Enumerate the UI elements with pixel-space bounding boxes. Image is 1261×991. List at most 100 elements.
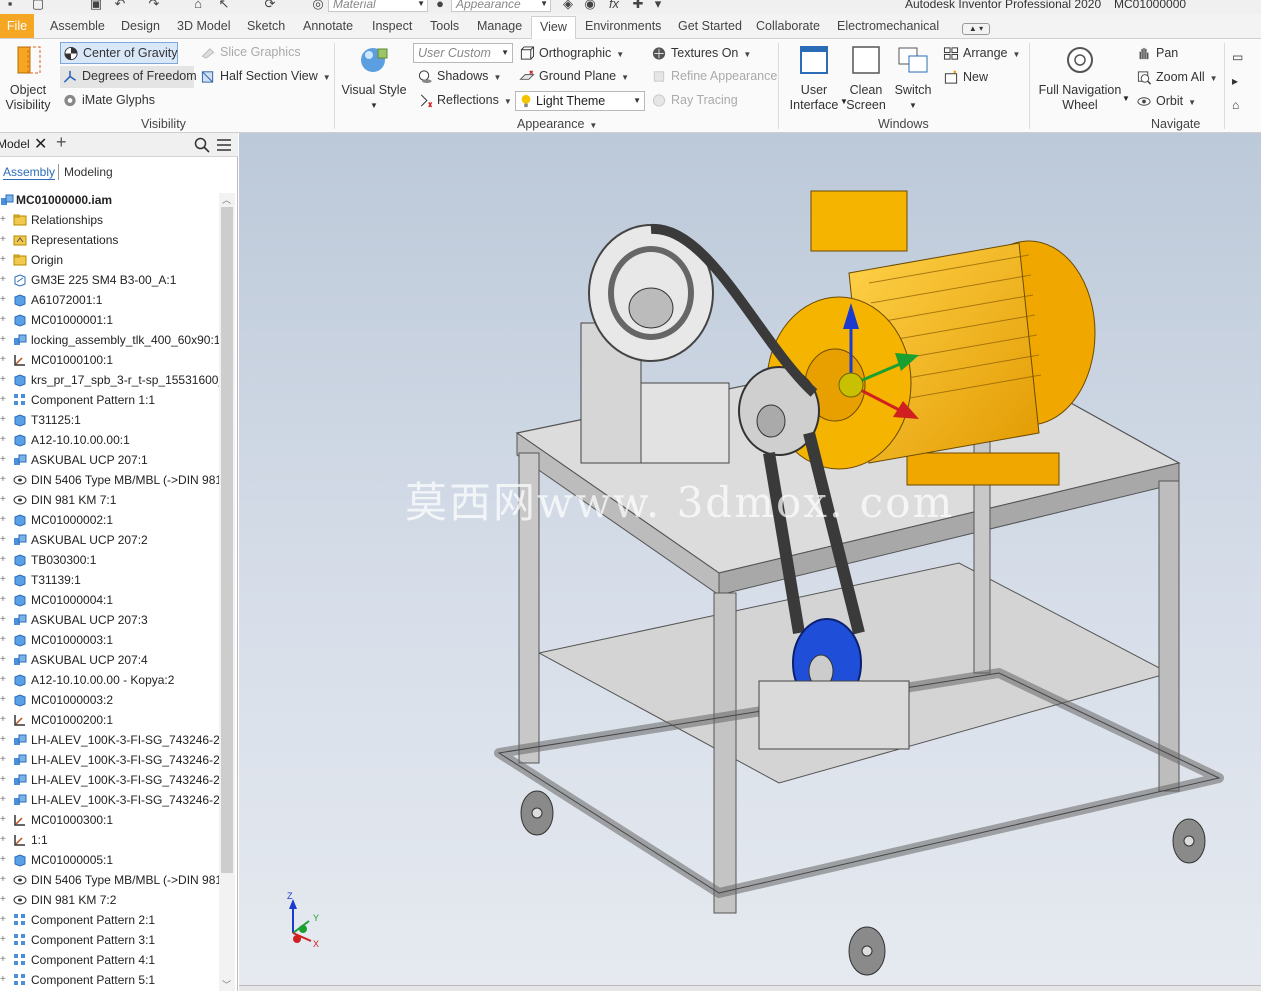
scroll-up-icon[interactable]: ︿ [222, 193, 231, 206]
tree-item[interactable]: + TB030300:1 [0, 550, 220, 570]
tab-assembly[interactable]: Assembly [3, 165, 56, 180]
inventor-pro-logo[interactable]: ▪ [2, 0, 18, 12]
expand-icon[interactable]: + [0, 655, 8, 665]
scrollbar-thumb[interactable] [221, 207, 233, 873]
expand-icon[interactable]: + [0, 475, 8, 485]
center-of-gravity-button[interactable]: Center of Gravity [60, 42, 178, 64]
tree-item[interactable]: + A61072001:1 [0, 290, 220, 310]
clear-appearance-icon[interactable]: ◉ [582, 0, 598, 12]
tab-file[interactable]: File [0, 14, 34, 38]
tab-get-started[interactable]: Get Started [678, 19, 742, 33]
tree-item[interactable]: + MC01000002:1 [0, 510, 220, 530]
expand-icon[interactable]: + [0, 775, 8, 785]
expand-icon[interactable]: + [0, 735, 8, 745]
expand-icon[interactable]: + [0, 975, 8, 985]
tree-item[interactable]: + A12-10.10.00.00 - Kopya:2 [0, 670, 220, 690]
appearance-combo[interactable]: Appearance ▼ [451, 0, 551, 12]
shadows-button[interactable]: Shadows ▼ [415, 66, 501, 88]
save-icon[interactable]: ▣ [88, 0, 104, 12]
expand-icon[interactable]: + [0, 455, 8, 465]
adjust-icon[interactable]: ◈ [560, 0, 576, 12]
expand-icon[interactable]: + [0, 515, 8, 525]
expand-icon[interactable]: + [0, 715, 8, 725]
close-icon[interactable]: ✕ [34, 134, 47, 154]
tree-item[interactable]: + LH-ALEV_100K-3-FI-SG_743246-203:4 [0, 790, 220, 810]
expand-icon[interactable]: + [0, 875, 8, 885]
user-interface-button[interactable]: User Interface [786, 43, 842, 113]
tree-item[interactable]: + DIN 981 KM 7:1 [0, 490, 220, 510]
tree-item[interactable]: + DIN 5406 Type MB/MBL (->DIN 981) MI [0, 470, 220, 490]
tab-manage[interactable]: Manage [477, 19, 522, 33]
tree-item[interactable]: + MC01000001:1 [0, 310, 220, 330]
tree-item[interactable]: + Component Pattern 5:1 [0, 970, 220, 990]
user-custom-combo[interactable]: User Custom ▼ [413, 43, 513, 63]
previous-view-icon[interactable]: ▸ [1232, 69, 1243, 93]
tree-item[interactable]: + MC01000003:2 [0, 690, 220, 710]
tab-modeling[interactable]: Modeling [64, 165, 113, 179]
tree-item[interactable]: + MC01000100:1 [0, 350, 220, 370]
expand-icon[interactable]: + [0, 615, 8, 625]
tree-item[interactable]: + MC01000200:1 [0, 710, 220, 730]
visual-style-button[interactable]: Visual Style ▼ [340, 43, 408, 113]
tab-collaborate[interactable]: Collaborate [756, 19, 820, 33]
light-theme-combo[interactable]: Light Theme ▼ [515, 91, 645, 111]
tab-view[interactable]: View [531, 16, 576, 40]
expand-icon[interactable]: + [0, 495, 8, 505]
expand-icon[interactable]: + [0, 815, 8, 825]
tree-item[interactable]: + Representations [0, 230, 220, 250]
expand-icon[interactable]: + [0, 595, 8, 605]
tab-tools[interactable]: Tools [430, 19, 459, 33]
imate-glyphs-button[interactable]: iMate Glyphs [60, 90, 155, 112]
tab-electromechanical[interactable]: Electromechanical [837, 19, 939, 33]
expand-icon[interactable]: + [0, 315, 8, 325]
expand-icon[interactable]: + [0, 235, 8, 245]
tree-item[interactable]: + MC01000005:1 [0, 850, 220, 870]
tree-item[interactable]: + ASKUBAL UCP 207:1 [0, 450, 220, 470]
tree-item[interactable]: + DIN 5406 Type MB/MBL (->DIN 981) MI [0, 870, 220, 890]
tree-item[interactable]: + GM3E 225 SM4 B3-00_A:1 [0, 270, 220, 290]
textures-on-button[interactable]: Textures On ▼ [649, 43, 751, 65]
arrange-button[interactable]: Arrange ▼ [941, 43, 1020, 65]
clean-screen-button[interactable]: Clean Screen [843, 43, 889, 113]
expand-icon[interactable]: + [0, 635, 8, 645]
fx-parameters-icon[interactable]: fx [606, 0, 622, 12]
zoom-all-button[interactable]: Zoom All ▼ [1134, 67, 1218, 89]
look-at-icon[interactable]: ▭ [1232, 45, 1243, 69]
object-visibility-button[interactable]: Object Visibility [4, 43, 52, 113]
expand-icon[interactable]: + [0, 375, 8, 385]
tree-item[interactable]: + Component Pattern 3:1 [0, 930, 220, 950]
expand-icon[interactable]: + [0, 395, 8, 405]
tree-item[interactable]: + MC01000003:1 [0, 630, 220, 650]
tree-item[interactable]: + ASKUBAL UCP 207:4 [0, 650, 220, 670]
tab-sketch[interactable]: Sketch [247, 19, 285, 33]
appearance-panel-title[interactable]: Appearance ▼ [517, 117, 597, 131]
expand-icon[interactable]: + [0, 335, 8, 345]
ribbon-display-options-icon[interactable]: ▲ ▾ [962, 23, 990, 35]
update-icon[interactable]: ⟳ [262, 0, 278, 12]
full-navigation-wheel-button[interactable]: Full Navigation Wheel [1036, 43, 1124, 113]
graphics-viewport[interactable]: 莫西网www. 3dmox. com Z Y X [239, 133, 1261, 991]
search-icon[interactable] [194, 137, 210, 153]
tree-item[interactable]: + locking_assembly_tlk_400_60x90:1 [0, 330, 220, 350]
expand-icon[interactable]: + [0, 215, 8, 225]
ground-plane-button[interactable]: Ground Plane ▼ [517, 66, 629, 88]
expand-icon[interactable]: + [0, 255, 8, 265]
expand-icon[interactable]: + [0, 955, 8, 965]
expand-icon[interactable]: + [0, 895, 8, 905]
document-tab-strip[interactable] [239, 985, 1261, 991]
tree-item[interactable]: + Origin [0, 250, 220, 270]
tree-item[interactable]: + LH-ALEV_100K-3-FI-SG_743246-203:3 [0, 770, 220, 790]
tree-item[interactable]: + krs_pr_17_spb_3-r_t-sp_15531600_Gr [0, 370, 220, 390]
expand-icon[interactable]: + [0, 575, 8, 585]
expand-icon[interactable]: + [0, 275, 8, 285]
expand-icon[interactable]: + [0, 695, 8, 705]
tree-item[interactable]: + ASKUBAL UCP 207:3 [0, 610, 220, 630]
pan-button[interactable]: Pan [1134, 43, 1178, 65]
tree-item[interactable]: + DIN 981 KM 7:2 [0, 890, 220, 910]
tab-assemble[interactable]: Assemble [50, 19, 105, 33]
tree-item[interactable]: + LH-ALEV_100K-3-FI-SG_743246-203:2 [0, 750, 220, 770]
half-section-view-button[interactable]: Half Section View ▼ [198, 66, 331, 88]
expand-icon[interactable]: + [0, 435, 8, 445]
expand-icon[interactable]: + [0, 415, 8, 425]
tree-item[interactable]: + A12-10.10.00.00:1 [0, 430, 220, 450]
